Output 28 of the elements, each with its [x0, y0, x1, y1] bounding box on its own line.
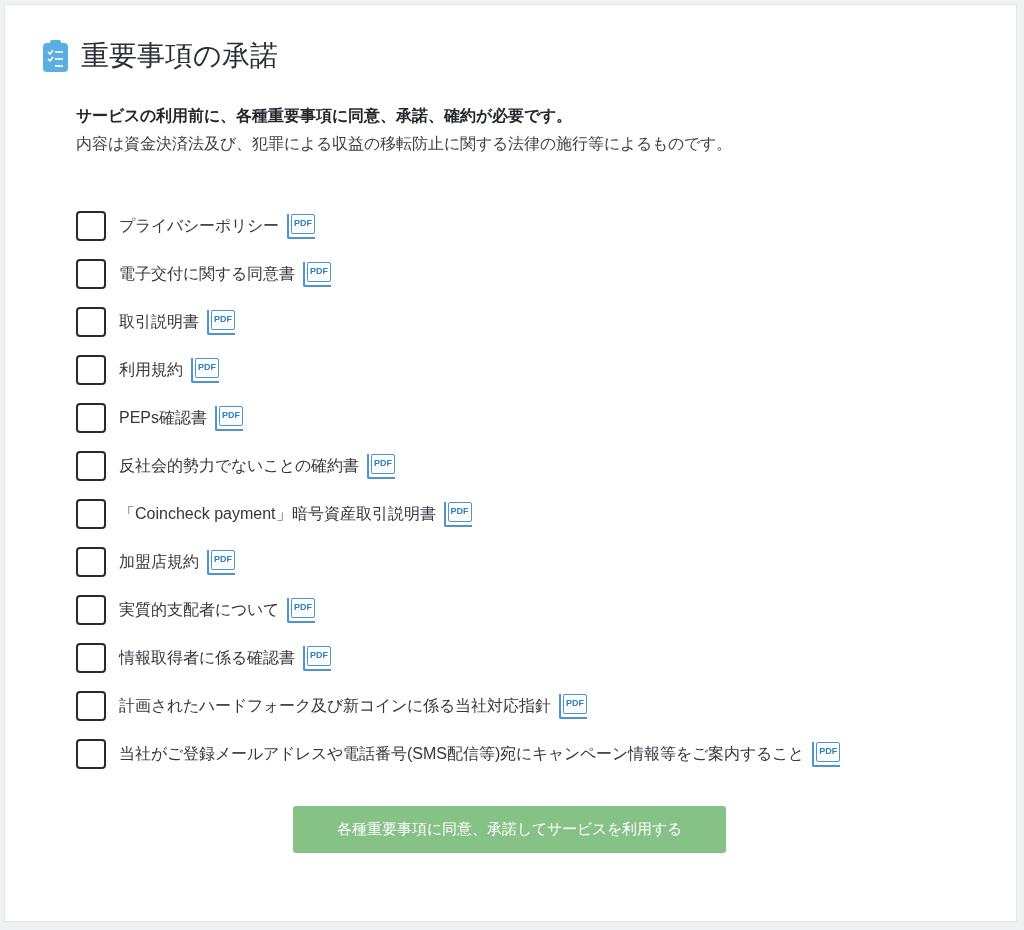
- checkbox[interactable]: [76, 595, 106, 625]
- agreement-label: 実質的支配者について: [119, 600, 279, 620]
- checkbox[interactable]: [76, 307, 106, 337]
- checkbox[interactable]: [76, 691, 106, 721]
- checkbox[interactable]: [76, 355, 106, 385]
- agreement-label: 加盟店規約: [119, 552, 199, 572]
- checkbox[interactable]: [76, 739, 106, 769]
- checklist-clipboard-icon: [43, 40, 68, 72]
- agreement-label: 計画されたハードフォーク及び新コインに係る当社対応指針: [119, 696, 551, 716]
- agreement-label: 利用規約: [119, 360, 183, 380]
- intro-lead: サービスの利用前に、各種重要事項に同意、承諾、確約が必要です。: [76, 106, 573, 126]
- checkbox[interactable]: [76, 403, 106, 433]
- intro-note: 内容は資金決済法及び、犯罪による収益の移転防止に関する法律の施行等によるものです。: [76, 134, 733, 154]
- agreement-label: 取引説明書: [119, 312, 199, 332]
- checkbox[interactable]: [76, 211, 106, 241]
- checkbox[interactable]: [76, 547, 106, 577]
- agreement-label: プライバシーポリシー: [119, 216, 279, 236]
- checkbox[interactable]: [76, 451, 106, 481]
- checkbox[interactable]: [76, 259, 106, 289]
- agreement-label: 反社会的勢力でないことの確約書: [119, 456, 359, 476]
- agreement-label: 電子交付に関する同意書: [119, 264, 295, 284]
- agreement-label: 「Coincheck payment」暗号資産取引説明書: [119, 504, 436, 524]
- agreement-label: 情報取得者に係る確認書: [119, 648, 295, 668]
- page-title: 重要事項の承諾: [81, 42, 278, 70]
- agreement-label: 当社がご登録メールアドレスや電話番号(SMS配信等)宛にキャンペーン情報等をご案内すること: [119, 744, 805, 764]
- checkbox[interactable]: [76, 499, 106, 529]
- agreement-label: PEPs確認書: [119, 408, 207, 428]
- checkbox[interactable]: [76, 643, 106, 673]
